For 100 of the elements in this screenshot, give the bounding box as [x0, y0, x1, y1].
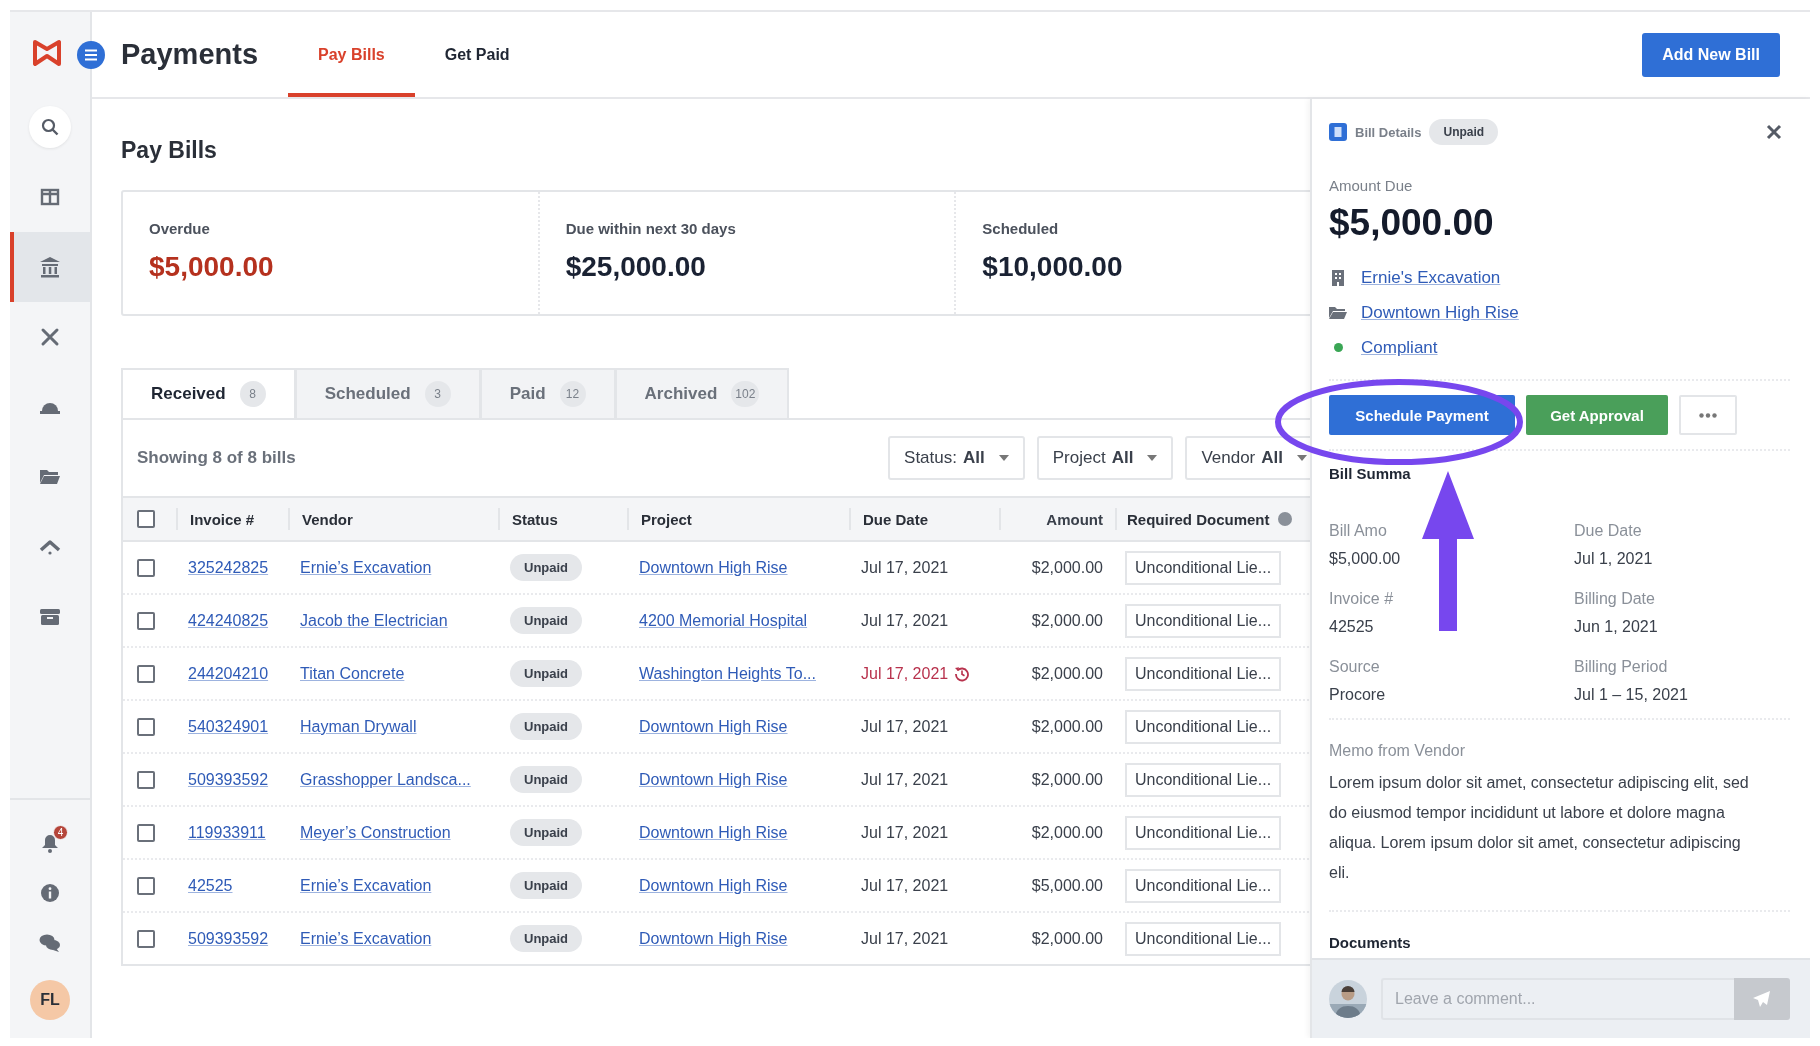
vendor-link[interactable]: Titan Concrete — [300, 664, 405, 683]
document-field[interactable]: Unconditional Lie... — [1125, 868, 1282, 903]
row-checkbox[interactable] — [137, 717, 155, 736]
invoice-link[interactable]: 509393592 — [188, 770, 269, 789]
action-button[interactable]: Schedule Payment — [1329, 395, 1515, 435]
vendor-link[interactable]: Meyer’s Construction — [300, 823, 451, 842]
field-value: Jul 1 – 15, 2021 — [1574, 686, 1689, 704]
vendor-link[interactable]: Jacob the Electrician — [300, 611, 448, 630]
invoice-link[interactable]: 509393592 — [188, 929, 269, 948]
document-field[interactable]: Unconditional Lie... — [1125, 762, 1282, 797]
comment-field[interactable]: Leave a comment... — [1381, 978, 1734, 1020]
document-field[interactable]: Unconditional Lie... — [1125, 603, 1282, 638]
notification-badge: 4 — [53, 825, 68, 840]
count-badge: 8 — [239, 381, 266, 407]
nav-tab[interactable]: Get Paid — [414, 12, 540, 97]
close-icon[interactable] — [1766, 124, 1782, 140]
sidebar-item[interactable] — [10, 232, 90, 302]
row-checkbox[interactable] — [137, 929, 155, 948]
project-link[interactable]: 4200 Memorial Hospital — [639, 611, 808, 630]
invoice-link[interactable]: 244204210 — [188, 664, 269, 683]
vendor-link[interactable]: Ernie’s Excavation — [300, 876, 432, 895]
panel-title: Bill Details — [1355, 124, 1422, 140]
vendor-link[interactable]: Ernie’s Excavation — [300, 558, 432, 577]
count-badge: 12 — [559, 381, 586, 407]
amount: $2,000.00 — [1031, 929, 1103, 948]
document-field[interactable]: Unconditional Lie... — [1125, 815, 1282, 850]
column-header[interactable]: Amount — [1046, 510, 1103, 528]
document-field[interactable]: Unconditional Lie... — [1125, 656, 1282, 691]
bills-tab[interactable]: Received 8 — [121, 368, 296, 418]
due-date: Jul 17, 2021 — [861, 823, 949, 842]
column-header[interactable]: Due Date — [863, 510, 929, 528]
document-field[interactable]: Unconditional Lie... — [1125, 550, 1282, 585]
field-label: Invoice # — [1329, 590, 1395, 608]
column-header[interactable]: Status — [512, 510, 558, 528]
project-link[interactable]: Downtown High Rise — [639, 929, 788, 948]
row-checkbox[interactable] — [137, 876, 155, 895]
status-badge: Unpaid — [510, 660, 583, 687]
filter-dropdown[interactable]: Project All — [1036, 436, 1174, 480]
column-header[interactable]: Project — [641, 510, 692, 528]
bills-tab[interactable]: Paid 12 — [480, 368, 616, 418]
project-link[interactable]: Downtown High Rise — [639, 717, 788, 736]
project-link[interactable]: Downtown High Rise — [639, 770, 788, 789]
history-icon — [954, 665, 971, 682]
document-field[interactable]: Unconditional Lie... — [1125, 709, 1282, 744]
project-link[interactable]: Downtown High Rise — [639, 876, 788, 895]
field-label: Billing Date — [1574, 590, 1656, 608]
invoice-link[interactable]: 119933911 — [188, 823, 266, 842]
project-link[interactable]: Washington Heights To... — [639, 664, 816, 683]
invoice-link[interactable]: 42525 — [188, 876, 233, 895]
section-heading: Bill Summa — [1329, 465, 1412, 482]
summary-amount: $5,000.00 — [149, 251, 275, 283]
column-header[interactable]: Invoice # — [190, 510, 255, 528]
filter-dropdown[interactable]: Status: All — [888, 436, 1025, 480]
due-date: Jul 17, 2021 — [861, 558, 949, 577]
search-icon — [41, 118, 59, 136]
caret-icon — [1297, 455, 1307, 461]
project-link[interactable]: Downtown High Rise — [639, 823, 788, 842]
project-link[interactable]: Downtown High Rise — [639, 558, 788, 577]
column-header[interactable]: Vendor — [302, 510, 353, 528]
invoice-link[interactable]: 540324901 — [188, 717, 269, 736]
vendor-link[interactable]: Ernie’s Excavation — [300, 929, 432, 948]
send-icon — [1753, 991, 1771, 1007]
building-icon — [1329, 268, 1347, 287]
select-all-checkbox[interactable] — [137, 510, 155, 528]
status-badge: Unpaid — [510, 819, 583, 846]
invoice-link[interactable]: 424240825 — [188, 611, 269, 630]
row-checkbox[interactable] — [137, 770, 155, 789]
summary-label: Overdue — [149, 220, 211, 237]
vendor-link[interactable]: Hayman Drywall — [300, 717, 417, 736]
status-badge: Unpaid — [1429, 119, 1499, 145]
add-bill-button[interactable]: Add New Bill — [1642, 32, 1780, 77]
invoice-link[interactable]: 325242825 — [188, 558, 269, 577]
document-field[interactable]: Unconditional Lie... — [1125, 921, 1282, 956]
detail-link[interactable]: Compliant — [1361, 337, 1438, 358]
user-avatar[interactable]: FL — [30, 980, 70, 1020]
detail-link[interactable]: Downtown High Rise — [1361, 302, 1519, 323]
archive-icon — [39, 608, 61, 626]
amount-due: $5,000.00 — [1329, 202, 1495, 244]
nav-tab[interactable]: Pay Bills — [288, 12, 415, 97]
bank-icon — [39, 256, 61, 278]
row-checkbox[interactable] — [137, 611, 155, 630]
field-label: Source — [1329, 658, 1381, 676]
detail-link[interactable]: Ernie's Excavation — [1361, 267, 1501, 288]
row-checkbox[interactable] — [137, 558, 155, 577]
status-badge: Unpaid — [510, 554, 583, 581]
amount: $2,000.00 — [1031, 558, 1103, 577]
results-count: Showing 8 of 8 bills — [137, 448, 296, 468]
field-label: Due Date — [1574, 522, 1643, 540]
column-header[interactable]: Required Document — [1127, 510, 1270, 528]
section-title: Pay Bills — [121, 137, 218, 164]
bills-tab[interactable]: Archived 102 — [615, 368, 790, 418]
bills-tab[interactable]: Scheduled 3 — [295, 368, 481, 418]
row-checkbox[interactable] — [137, 823, 155, 842]
due-date: Jul 17, 2021 — [861, 611, 949, 630]
chat-icon[interactable] — [39, 933, 61, 953]
bell-icon[interactable] — [41, 833, 59, 853]
more-icon — [1699, 412, 1717, 418]
filter-dropdown[interactable]: Vendor All — [1185, 436, 1310, 480]
vendor-link[interactable]: Grasshopper Landsca... — [300, 770, 471, 789]
row-checkbox[interactable] — [137, 664, 155, 683]
